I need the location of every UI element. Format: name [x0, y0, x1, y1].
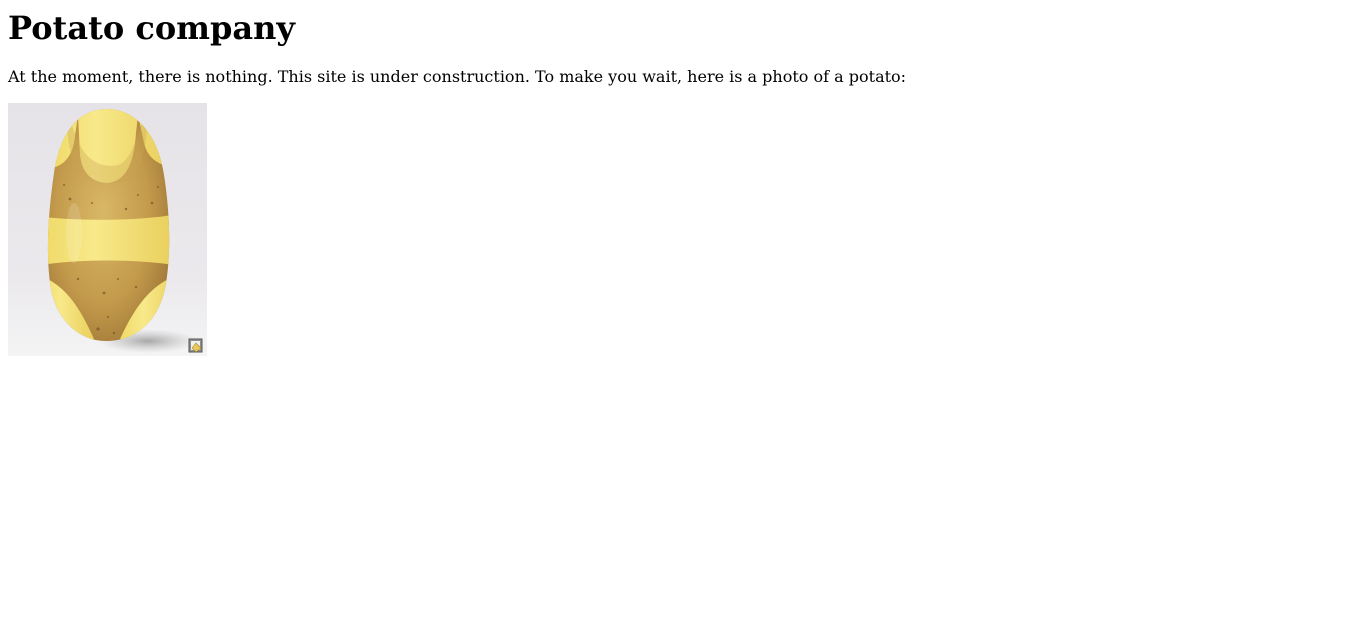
potato-illustration [8, 103, 207, 356]
page: Potato company At the moment, there is n… [0, 0, 1366, 356]
page-title: Potato company [8, 9, 295, 47]
potato-photo [8, 103, 207, 356]
image-badge-icon [188, 338, 203, 353]
intro-text: At the moment, there is nothing. This si… [8, 67, 907, 86]
